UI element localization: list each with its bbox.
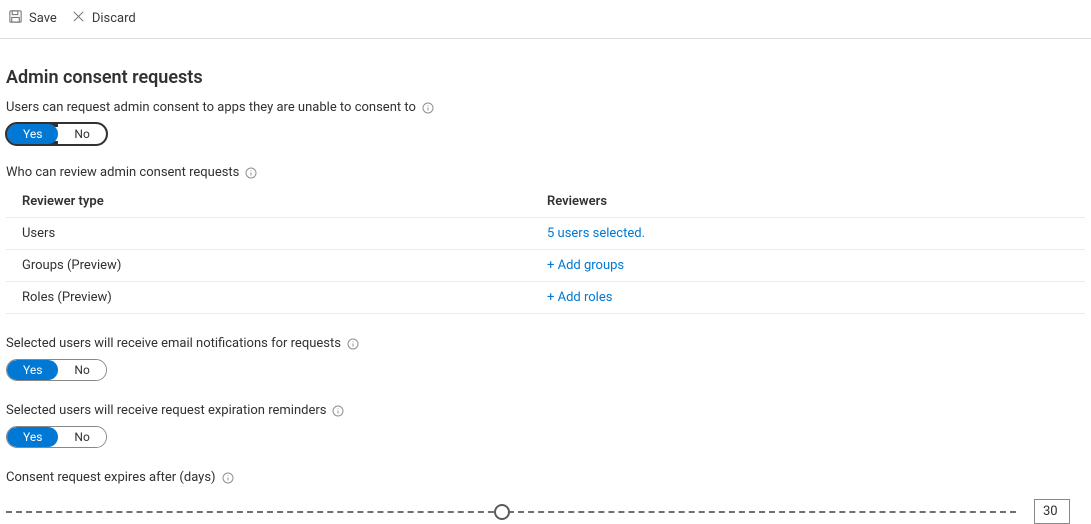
table-row: Users 5 users selected. xyxy=(6,218,1085,250)
expiry-slider-area: 30 xyxy=(0,493,1091,524)
discard-label: Discard xyxy=(92,11,136,26)
expiration-reminders-label-text: Selected users will receive request expi… xyxy=(6,403,326,418)
info-icon[interactable] xyxy=(422,102,434,114)
email-notifications-yes[interactable]: Yes xyxy=(7,360,58,380)
col-reviewers: Reviewers xyxy=(547,194,1085,209)
expiration-reminders-no[interactable]: No xyxy=(58,427,105,447)
reviewers-table-header: Reviewer type Reviewers xyxy=(6,186,1085,218)
save-label: Save xyxy=(29,11,57,26)
expiry-value-readout[interactable]: 30 xyxy=(1034,499,1070,524)
enable-requests-no[interactable]: No xyxy=(58,124,105,144)
email-notifications-toggle[interactable]: Yes No xyxy=(6,359,107,381)
enable-requests-label-text: Users can request admin consent to apps … xyxy=(6,100,416,115)
add-roles-link[interactable]: + Add roles xyxy=(547,290,1085,305)
save-button[interactable]: Save xyxy=(8,9,57,28)
add-groups-link[interactable]: + Add groups xyxy=(547,258,1085,273)
expiry-slider[interactable] xyxy=(6,502,1016,522)
reviewer-type-cell: Users xyxy=(22,226,547,241)
slider-thumb[interactable] xyxy=(494,504,510,520)
expiration-reminders-yes[interactable]: Yes xyxy=(7,427,58,447)
table-row: Groups (Preview) + Add groups xyxy=(6,250,1085,282)
table-row: Roles (Preview) + Add roles xyxy=(6,282,1085,314)
command-bar: Save Discard xyxy=(0,0,1091,39)
discard-button[interactable]: Discard xyxy=(71,9,136,28)
email-notifications-label-text: Selected users will receive email notifi… xyxy=(6,336,341,351)
info-icon[interactable] xyxy=(245,167,257,179)
enable-requests-toggle[interactable]: Yes No xyxy=(6,123,107,145)
reviewers-table: Reviewer type Reviewers Users 5 users se… xyxy=(6,186,1085,314)
expiry-days-label-text: Consent request expires after (days) xyxy=(6,470,216,485)
email-notifications-no[interactable]: No xyxy=(58,360,105,380)
close-icon xyxy=(71,9,86,28)
info-icon[interactable] xyxy=(332,405,344,417)
expiration-reminders-label: Selected users will receive request expi… xyxy=(6,403,1085,418)
enable-requests-label: Users can request admin consent to apps … xyxy=(6,100,1085,115)
info-icon[interactable] xyxy=(222,472,234,484)
save-icon xyxy=(8,9,23,28)
reviewers-users-link[interactable]: 5 users selected. xyxy=(547,226,1085,241)
reviewer-type-cell: Groups (Preview) xyxy=(22,258,547,273)
page-title: Admin consent requests xyxy=(6,67,1085,88)
slider-track xyxy=(6,511,1016,513)
expiry-days-label: Consent request expires after (days) xyxy=(6,470,1085,485)
reviewer-type-cell: Roles (Preview) xyxy=(22,290,547,305)
col-reviewer-type: Reviewer type xyxy=(22,194,547,209)
expiration-reminders-toggle[interactable]: Yes No xyxy=(6,426,107,448)
enable-requests-yes[interactable]: Yes xyxy=(7,124,58,144)
info-icon[interactable] xyxy=(347,338,359,350)
reviewers-subheader-text: Who can review admin consent requests xyxy=(6,165,239,180)
reviewers-subheader: Who can review admin consent requests xyxy=(6,165,1085,180)
email-notifications-label: Selected users will receive email notifi… xyxy=(6,336,1085,351)
